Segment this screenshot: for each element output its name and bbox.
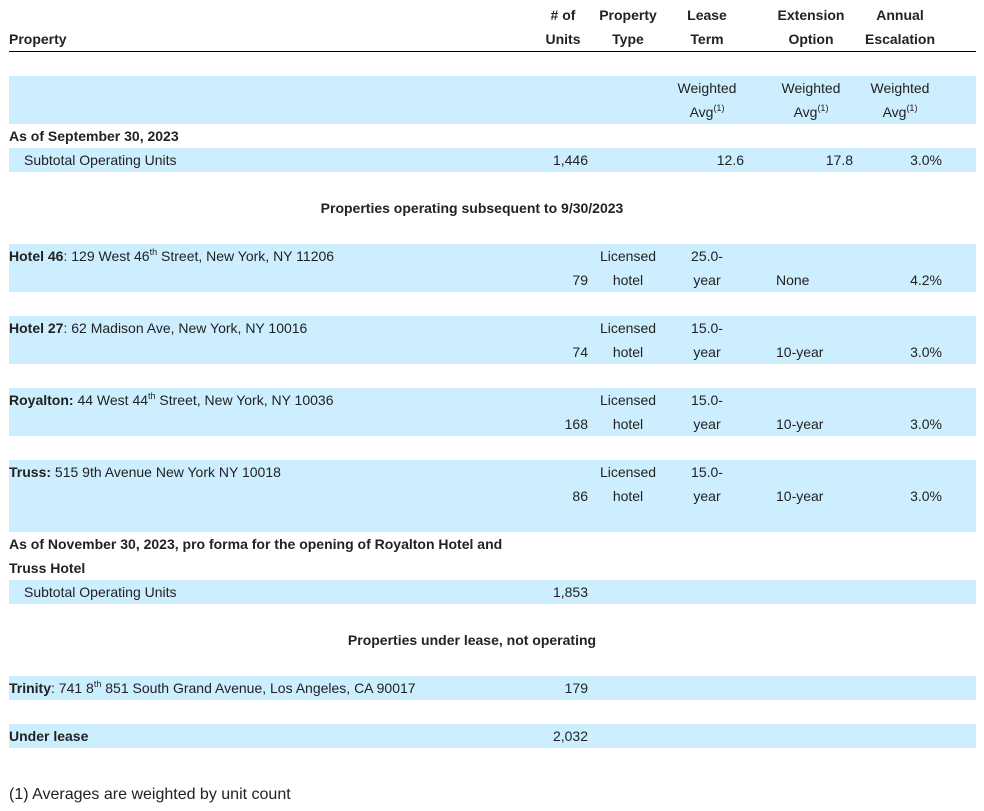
property-type-line1: Licensed xyxy=(599,320,657,336)
property-extension: 10-year xyxy=(776,344,824,360)
property-type-line2: hotel xyxy=(612,344,644,360)
header-type-line2: Type xyxy=(612,31,644,47)
esc-weighted-avg: Avg(1) xyxy=(882,103,918,120)
header-lease-line1: Lease xyxy=(687,7,727,23)
property-extension: None xyxy=(776,272,810,288)
property-escalation: 3.0% xyxy=(910,344,942,360)
property-address: Royalton: 44 West 44th Street, New York,… xyxy=(9,391,334,408)
subtotal-sep30-ext: 17.8 xyxy=(825,152,853,168)
property-address: Hotel 46: 129 West 46th Street, New York… xyxy=(9,247,335,264)
subtotal-nov30-units: 1,853 xyxy=(552,584,588,600)
property-type-line1: Licensed xyxy=(599,248,657,264)
section-nov30-title-line2: Truss Hotel xyxy=(9,560,86,576)
property-units: 74 xyxy=(572,344,588,360)
property-type-line2: hotel xyxy=(612,488,644,504)
under-lease-row xyxy=(9,724,976,748)
property-type-line2: hotel xyxy=(612,416,644,432)
trinity-units: 179 xyxy=(564,680,588,696)
footnote: (1) Averages are weighted by unit count xyxy=(9,786,291,803)
property-lease-line1: 25.0- xyxy=(691,248,723,264)
property-lease-line2: year xyxy=(693,272,721,288)
header-property: Property xyxy=(9,31,67,47)
under-lease-label: Under lease xyxy=(9,728,89,744)
property-address: Truss: 515 9th Avenue New York NY 10018 xyxy=(9,464,281,480)
property-escalation: 3.0% xyxy=(910,488,942,504)
property-lease-line1: 15.0- xyxy=(691,392,723,408)
property-extension: 10-year xyxy=(776,416,824,432)
header-ext-line1: Extension xyxy=(777,7,845,23)
property-lease-line2: year xyxy=(693,416,721,432)
subtotal-sep30-lease: 12.6 xyxy=(716,152,744,168)
header-units-line1: # of xyxy=(550,7,576,23)
lease-weighted-avg: Avg(1) xyxy=(689,103,725,120)
section-subsequent-title: Properties operating subsequent to 9/30/… xyxy=(320,200,624,216)
header-rule xyxy=(9,51,976,52)
property-lease-line2: year xyxy=(693,344,721,360)
esc-weighted-label: Weighted xyxy=(870,80,930,96)
property-escalation: 4.2% xyxy=(910,272,942,288)
property-lease-line1: 15.0- xyxy=(691,320,723,336)
subtotal-sep30-units: 1,446 xyxy=(552,152,588,168)
property-type-line1: Licensed xyxy=(599,464,657,480)
header-ext-line2: Option xyxy=(788,31,834,47)
subtotal-sep30-esc: 3.0% xyxy=(910,152,942,168)
under-lease-units: 2,032 xyxy=(552,728,588,744)
property-lease-line1: 15.0- xyxy=(691,464,723,480)
property-extension: 10-year xyxy=(776,488,824,504)
header-esc-line2: Escalation xyxy=(864,31,936,47)
lease-weighted-label: Weighted xyxy=(677,80,737,96)
section-sep30-title: As of September 30, 2023 xyxy=(9,128,179,144)
subtotal-sep30-label: Subtotal Operating Units xyxy=(24,152,177,168)
header-lease-line2: Term xyxy=(690,31,724,47)
property-type-line1: Licensed xyxy=(599,392,657,408)
header-type-line1: Property xyxy=(599,7,657,23)
subtotal-nov30-label: Subtotal Operating Units xyxy=(24,584,177,600)
header-esc-line1: Annual xyxy=(876,7,924,23)
section-under-lease-title: Properties under lease, not operating xyxy=(347,632,597,648)
property-units: 168 xyxy=(564,416,588,432)
property-type-line2: hotel xyxy=(612,272,644,288)
property-units: 79 xyxy=(572,272,588,288)
trinity-address: Trinity: 741 8th 851 South Grand Avenue,… xyxy=(9,679,416,696)
header-units-line2: Units xyxy=(545,31,581,47)
property-units: 86 xyxy=(572,488,588,504)
ext-weighted-avg: Avg(1) xyxy=(793,103,829,120)
property-lease-line2: year xyxy=(693,488,721,504)
section-nov30-title-line1: As of November 30, 2023, pro forma for t… xyxy=(9,536,503,552)
property-escalation: 3.0% xyxy=(910,416,942,432)
ext-weighted-label: Weighted xyxy=(781,80,841,96)
property-address: Hotel 27: 62 Madison Ave, New York, NY 1… xyxy=(9,320,308,336)
